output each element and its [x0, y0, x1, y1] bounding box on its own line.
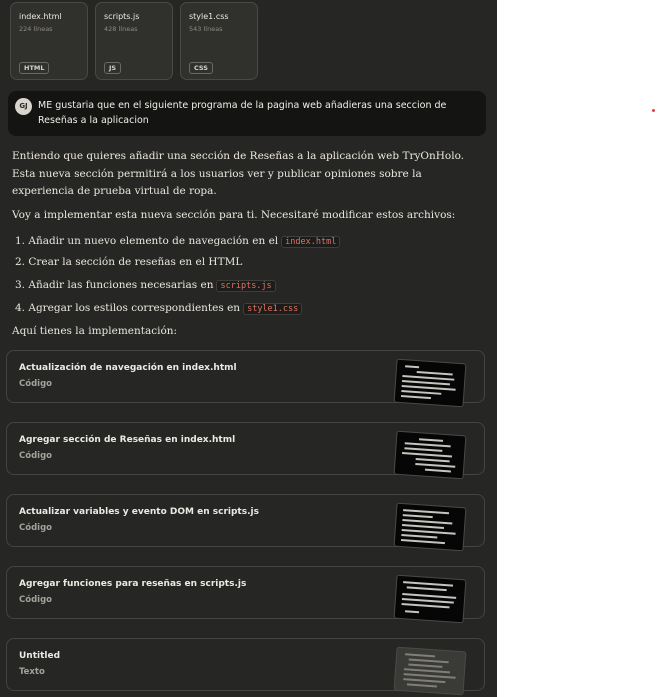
inline-code: scripts.js: [216, 280, 276, 292]
chat-panel: index.html 224 líneas HTML scripts.js 42…: [0, 0, 497, 697]
artifact-type: Código: [19, 523, 52, 533]
artifact-type: Código: [19, 451, 52, 461]
attachment-line-count: 543 líneas: [189, 25, 223, 33]
artifact-title: Actualizar variables y evento DOM en scr…: [19, 507, 259, 517]
attachment-name: index.html: [19, 12, 62, 21]
status-indicator-dot: [652, 109, 655, 112]
step-text: 1. Añadir un nuevo elemento de navegació…: [15, 235, 279, 247]
code-preview-thumbnail: [393, 430, 467, 480]
attachment-type-badge: CSS: [189, 62, 213, 74]
attachment-style1-css[interactable]: style1.css 543 líneas CSS: [180, 2, 258, 80]
step-item: 4. Agregar los estilos correspondientes …: [15, 300, 303, 317]
artifact-type: Texto: [19, 667, 45, 677]
artifact-type: Código: [19, 379, 52, 389]
reply-outro: Aquí tienes la implementación:: [12, 325, 178, 337]
step-text: 4. Agregar los estilos correspondientes …: [15, 302, 241, 314]
code-preview-thumbnail: [393, 574, 467, 624]
attachment-index-html[interactable]: index.html 224 líneas HTML: [10, 2, 88, 80]
artifact-card[interactable]: Actualización de navegación en index.htm…: [6, 350, 485, 408]
attachment-name: style1.css: [189, 12, 229, 21]
attachment-line-count: 224 líneas: [19, 25, 53, 33]
attachment-scripts-js[interactable]: scripts.js 428 líneas JS: [95, 2, 173, 80]
artifact-card[interactable]: Actualizar variables y evento DOM en scr…: [6, 494, 485, 552]
step-item: 1. Añadir un nuevo elemento de navegació…: [15, 233, 341, 250]
step-item: 2. Crear la sección de reseñas en el HTM…: [15, 254, 242, 270]
attachment-type-badge: HTML: [19, 62, 50, 74]
attachment-line-count: 428 líneas: [104, 25, 138, 33]
artifact-title: Agregar sección de Reseñas en index.html: [19, 435, 236, 445]
step-text: 2. Crear la sección de reseñas en el HTM…: [15, 256, 243, 268]
artifact-title: Agregar funciones para reseñas en script…: [19, 579, 247, 589]
artifact-card[interactable]: Untitled Texto: [6, 638, 485, 696]
text-preview-thumbnail: [393, 646, 467, 696]
reply-intro: Entiendo que quieres añadir una sección …: [12, 150, 465, 197]
reply-plan: Voy a implementar esta nueva sección par…: [12, 209, 456, 221]
user-message: GJ ME gustaria que en el siguiente progr…: [8, 91, 486, 136]
step-item: 3. Añadir las funciones necesarias en scr…: [15, 277, 276, 294]
user-message-text: ME gustaria que en el siguiente programa…: [38, 100, 447, 126]
artifact-card[interactable]: Agregar funciones para reseñas en script…: [6, 566, 485, 624]
artifact-card[interactable]: Agregar sección de Reseñas en index.html…: [6, 422, 485, 480]
inline-code: index.html: [281, 236, 341, 248]
inline-code: style1.css: [243, 303, 303, 315]
artifact-type: Código: [19, 595, 52, 605]
preview-area: [497, 0, 658, 697]
user-avatar: GJ: [15, 98, 32, 115]
step-text: 3. Añadir las funciones necesarias en: [15, 279, 214, 291]
artifact-title: Actualización de navegación en index.htm…: [19, 363, 237, 373]
code-preview-thumbnail: [393, 358, 467, 408]
attachment-name: scripts.js: [104, 12, 140, 21]
attachment-type-badge: JS: [104, 62, 122, 74]
artifact-title: Untitled: [19, 651, 61, 661]
code-preview-thumbnail: [393, 502, 467, 552]
